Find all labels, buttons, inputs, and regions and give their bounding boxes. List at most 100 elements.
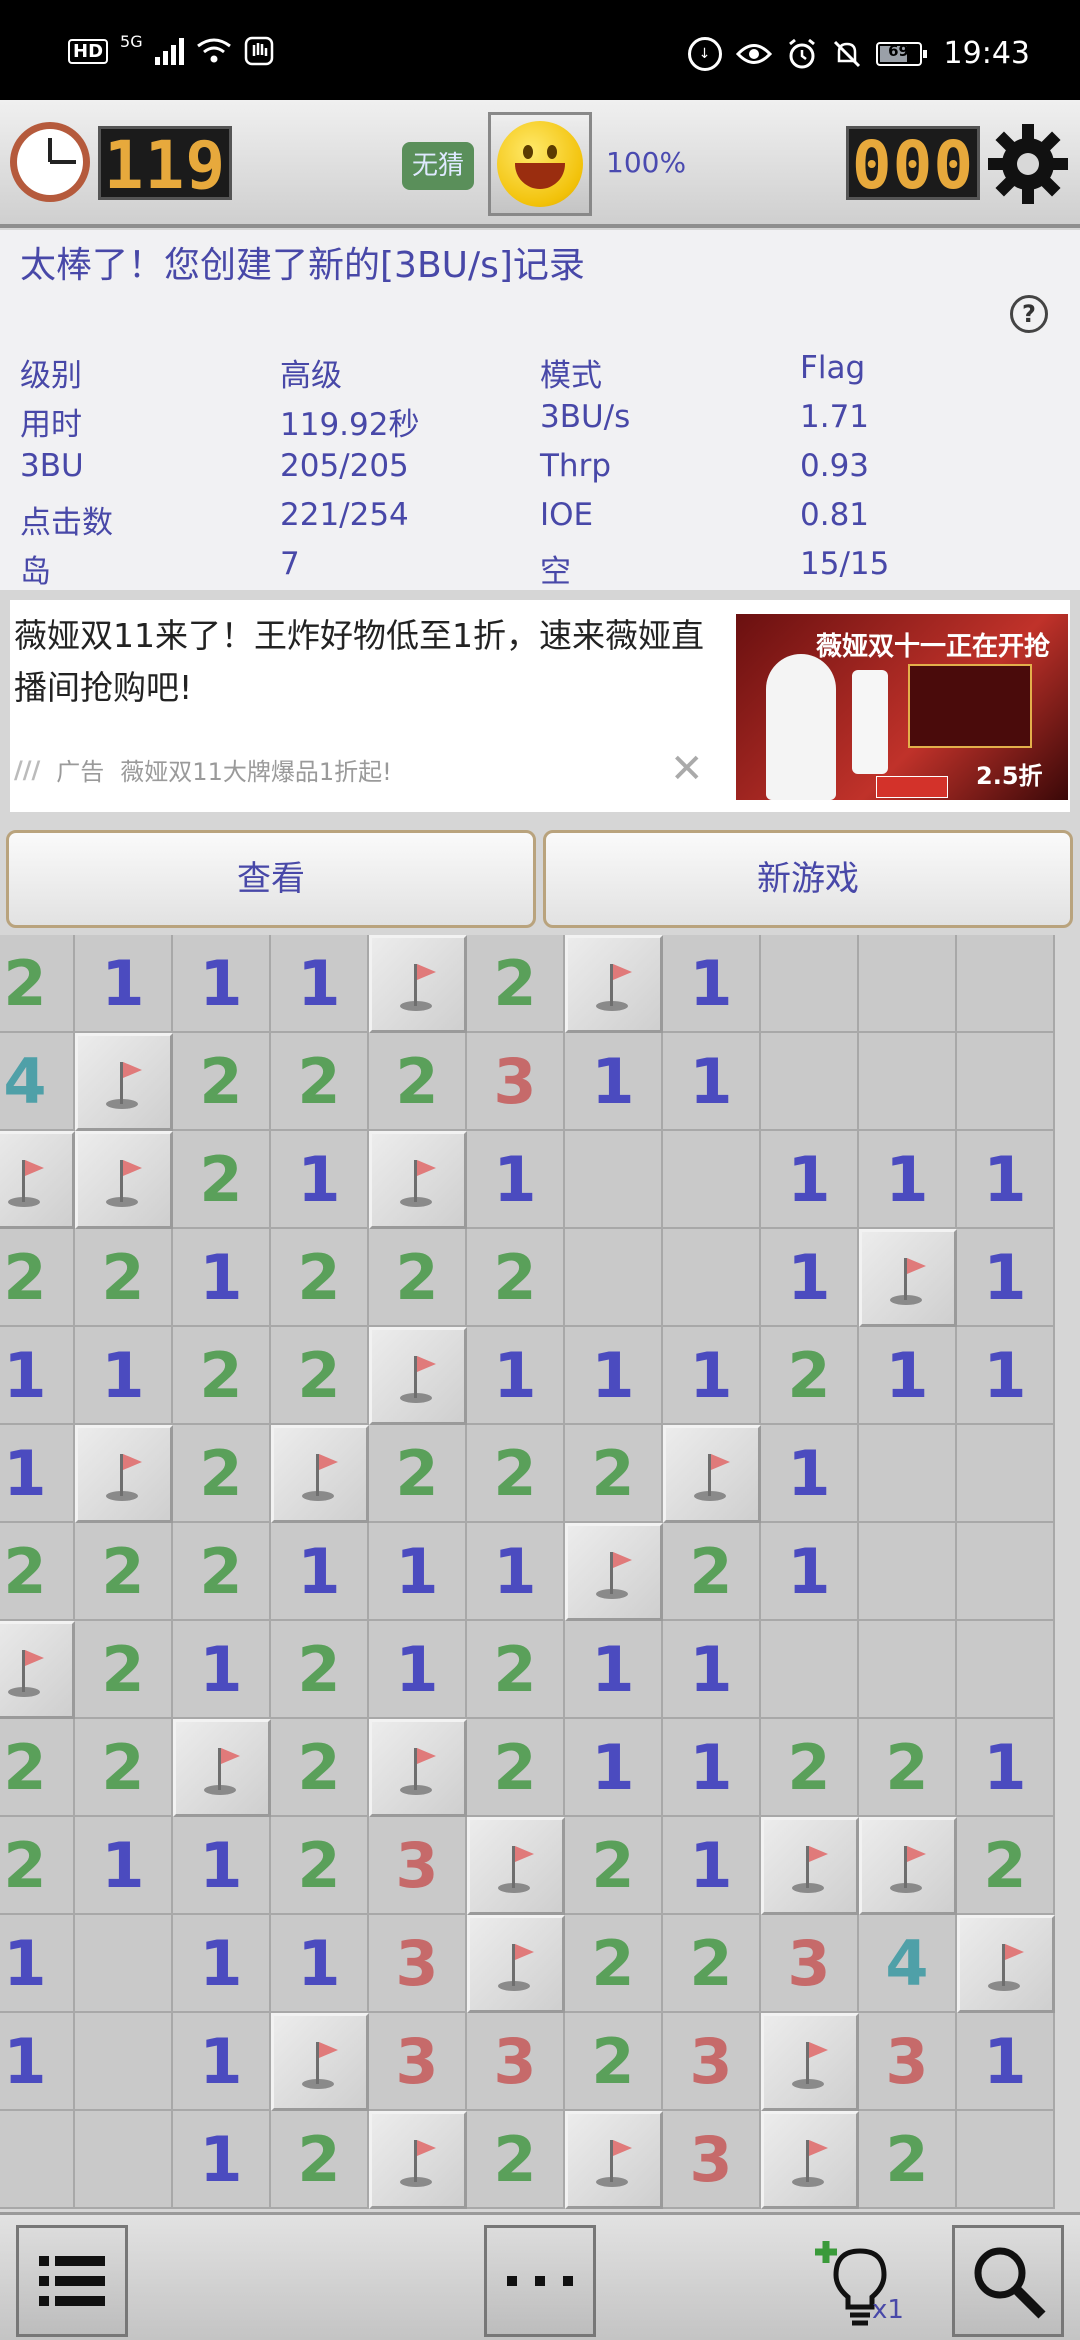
flagged-cell[interactable] <box>369 935 467 1033</box>
flagged-cell[interactable] <box>271 1425 369 1523</box>
number-cell[interactable]: 2 <box>173 1033 271 1131</box>
number-cell[interactable]: 1 <box>173 1817 271 1915</box>
number-cell[interactable]: 2 <box>467 1719 565 1817</box>
empty-cell[interactable] <box>761 1621 859 1719</box>
flagged-cell[interactable] <box>565 2111 663 2209</box>
flagged-cell[interactable] <box>0 1131 75 1229</box>
number-cell[interactable]: 1 <box>565 1719 663 1817</box>
number-cell[interactable]: 2 <box>0 1719 75 1817</box>
number-cell[interactable]: 2 <box>0 1523 75 1621</box>
number-cell[interactable]: 2 <box>0 1229 75 1327</box>
minesweeper-board[interactable]: 2111214222311211111221222111122111211122… <box>0 935 1055 2209</box>
empty-cell[interactable] <box>565 1229 663 1327</box>
number-cell[interactable]: 1 <box>173 1229 271 1327</box>
number-cell[interactable]: 2 <box>75 1523 173 1621</box>
flagged-cell[interactable] <box>957 1915 1055 2013</box>
number-cell[interactable]: 1 <box>663 1033 761 1131</box>
empty-cell[interactable] <box>761 1033 859 1131</box>
menu-list-button[interactable] <box>16 2225 128 2337</box>
number-cell[interactable]: 1 <box>663 1327 761 1425</box>
flagged-cell[interactable] <box>565 935 663 1033</box>
number-cell[interactable]: 2 <box>859 2111 957 2209</box>
number-cell[interactable]: 2 <box>271 1817 369 1915</box>
number-cell[interactable]: 2 <box>75 1719 173 1817</box>
number-cell[interactable]: 2 <box>663 1915 761 2013</box>
number-cell[interactable]: 2 <box>75 1229 173 1327</box>
number-cell[interactable]: 2 <box>565 1817 663 1915</box>
number-cell[interactable]: 1 <box>957 1327 1055 1425</box>
ad-banner[interactable]: 薇娅双11来了！王炸好物低至1折，速来薇娅直播间抢购吧! /// 广告 薇娅双1… <box>10 600 1070 812</box>
empty-cell[interactable] <box>75 2013 173 2111</box>
no-guess-badge[interactable]: 无猜 <box>402 142 474 190</box>
number-cell[interactable]: 1 <box>859 1131 957 1229</box>
empty-cell[interactable] <box>957 935 1055 1033</box>
empty-cell[interactable] <box>957 1425 1055 1523</box>
flagged-cell[interactable] <box>369 1719 467 1817</box>
number-cell[interactable]: 2 <box>663 1523 761 1621</box>
number-cell[interactable]: 2 <box>565 2013 663 2111</box>
more-button[interactable] <box>484 2225 596 2337</box>
number-cell[interactable]: 3 <box>761 1915 859 2013</box>
search-button[interactable] <box>952 2225 1064 2337</box>
number-cell[interactable]: 1 <box>761 1523 859 1621</box>
number-cell[interactable]: 3 <box>859 2013 957 2111</box>
number-cell[interactable]: 3 <box>663 2013 761 2111</box>
number-cell[interactable]: 1 <box>173 1621 271 1719</box>
help-icon[interactable]: ? <box>1010 295 1048 333</box>
empty-cell[interactable] <box>957 1523 1055 1621</box>
number-cell[interactable]: 1 <box>663 1817 761 1915</box>
number-cell[interactable]: 2 <box>369 1425 467 1523</box>
number-cell[interactable]: 1 <box>761 1131 859 1229</box>
flagged-cell[interactable] <box>859 1229 957 1327</box>
flagged-cell[interactable] <box>467 1817 565 1915</box>
number-cell[interactable]: 1 <box>173 2013 271 2111</box>
flagged-cell[interactable] <box>75 1425 173 1523</box>
number-cell[interactable]: 2 <box>271 1229 369 1327</box>
number-cell[interactable]: 2 <box>761 1327 859 1425</box>
empty-cell[interactable] <box>859 1033 957 1131</box>
number-cell[interactable]: 2 <box>173 1327 271 1425</box>
number-cell[interactable]: 1 <box>957 1131 1055 1229</box>
flagged-cell[interactable] <box>761 1817 859 1915</box>
flagged-cell[interactable] <box>369 2111 467 2209</box>
empty-cell[interactable] <box>565 1131 663 1229</box>
view-button[interactable]: 查看 <box>6 830 536 928</box>
number-cell[interactable]: 1 <box>173 935 271 1033</box>
flagged-cell[interactable] <box>565 1523 663 1621</box>
flagged-cell[interactable] <box>761 2111 859 2209</box>
empty-cell[interactable] <box>859 1425 957 1523</box>
number-cell[interactable]: 3 <box>369 1817 467 1915</box>
flagged-cell[interactable] <box>75 1033 173 1131</box>
flagged-cell[interactable] <box>75 1131 173 1229</box>
number-cell[interactable]: 2 <box>369 1229 467 1327</box>
empty-cell[interactable] <box>663 1131 761 1229</box>
flagged-cell[interactable] <box>663 1425 761 1523</box>
number-cell[interactable]: 1 <box>957 2013 1055 2111</box>
number-cell[interactable]: 1 <box>565 1327 663 1425</box>
number-cell[interactable]: 2 <box>467 935 565 1033</box>
empty-cell[interactable] <box>75 2111 173 2209</box>
empty-cell[interactable] <box>75 1915 173 2013</box>
number-cell[interactable]: 3 <box>467 1033 565 1131</box>
number-cell[interactable]: 2 <box>0 935 75 1033</box>
number-cell[interactable]: 1 <box>75 1327 173 1425</box>
gear-icon[interactable] <box>986 122 1070 206</box>
number-cell[interactable]: 1 <box>663 935 761 1033</box>
number-cell[interactable]: 2 <box>271 2111 369 2209</box>
empty-cell[interactable] <box>859 1523 957 1621</box>
number-cell[interactable]: 3 <box>467 2013 565 2111</box>
number-cell[interactable]: 1 <box>271 1523 369 1621</box>
empty-cell[interactable] <box>859 1621 957 1719</box>
number-cell[interactable]: 2 <box>467 1425 565 1523</box>
number-cell[interactable]: 4 <box>0 1033 75 1131</box>
number-cell[interactable]: 2 <box>173 1131 271 1229</box>
flagged-cell[interactable] <box>369 1131 467 1229</box>
number-cell[interactable]: 1 <box>271 1915 369 2013</box>
number-cell[interactable]: 1 <box>467 1327 565 1425</box>
number-cell[interactable]: 1 <box>565 1033 663 1131</box>
number-cell[interactable]: 2 <box>173 1523 271 1621</box>
empty-cell[interactable] <box>761 935 859 1033</box>
number-cell[interactable]: 2 <box>271 1621 369 1719</box>
number-cell[interactable]: 1 <box>957 1719 1055 1817</box>
new-game-button[interactable]: 新游戏 <box>543 830 1073 928</box>
